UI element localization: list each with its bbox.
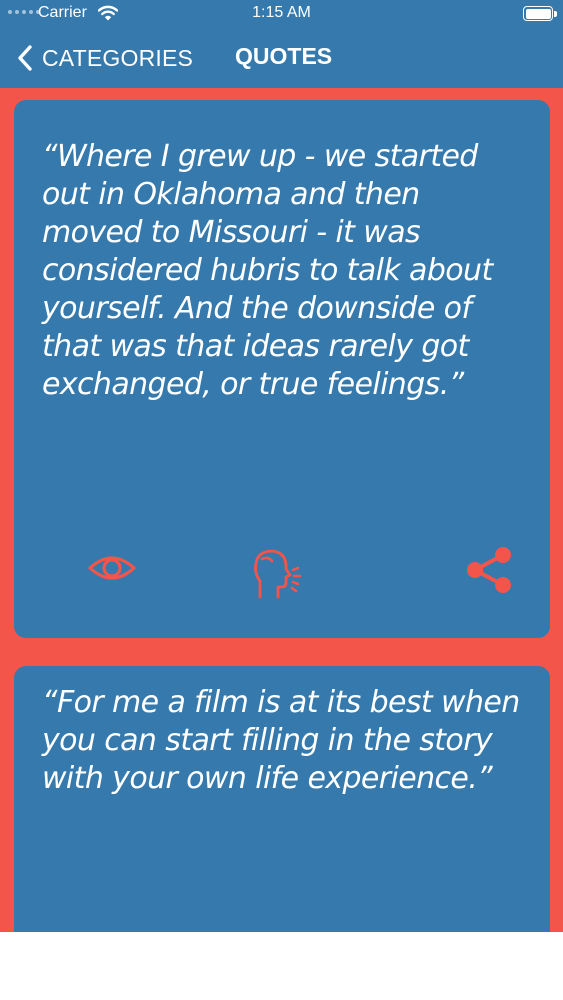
back-button-label: CATEGORIES xyxy=(42,44,194,71)
quote-text: “For me a film is at its best when you c… xyxy=(42,685,520,796)
back-button[interactable]: CATEGORIES xyxy=(14,42,193,74)
chevron-left-icon xyxy=(18,45,32,71)
battery-icon xyxy=(523,6,557,21)
quote-card: “Where I grew up - we started out in Okl… xyxy=(14,100,550,638)
speaking-head-icon[interactable] xyxy=(248,543,308,603)
quotes-list[interactable]: “Where I grew up - we started out in Okl… xyxy=(0,88,563,932)
navigation-header: Carrier 1:15 AM CATEGORIES QUOTES xyxy=(0,0,563,88)
clock: 1:15 AM xyxy=(252,4,311,21)
status-bar: Carrier 1:15 AM xyxy=(0,0,563,28)
quote-text: “Where I grew up - we started out in Okl… xyxy=(42,139,493,402)
page-title: QUOTES xyxy=(235,43,333,69)
eye-icon[interactable] xyxy=(87,552,137,584)
quote-card: “For me a film is at its best when you c… xyxy=(14,666,550,932)
share-icon[interactable] xyxy=(463,545,513,595)
